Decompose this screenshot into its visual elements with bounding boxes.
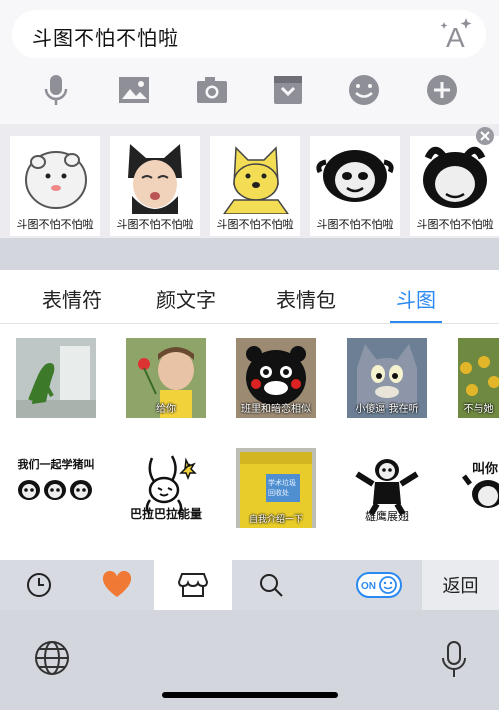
plus-icon[interactable] xyxy=(424,72,460,108)
search-icon xyxy=(260,574,283,597)
tab-kaomoji[interactable]: 颜文字 xyxy=(156,284,216,313)
sticker-caption: 斗图不怕不怕啦 xyxy=(16,218,94,231)
search-input[interactable]: 斗图不怕不怕啦 A xyxy=(12,10,486,58)
sticker-thumb[interactable]: 我们一起学猪叫 xyxy=(16,448,96,528)
font-size-icon[interactable]: A xyxy=(438,16,474,52)
microphone-icon[interactable] xyxy=(440,640,468,680)
sticker-suggestions: 斗图不怕不怕啦 斗图不怕不怕啦 斗图不怕不怕啦 斗图不怕不怕啦 斗图不怕不怕啦 xyxy=(0,124,499,238)
microphone-icon[interactable] xyxy=(38,72,74,108)
sticker-thumb[interactable]: 巴拉巴拉能量 xyxy=(126,448,206,528)
keyboard-bottom-bar: ON 返回 xyxy=(0,560,499,610)
input-text[interactable]: 斗图不怕不怕啦 xyxy=(32,22,179,51)
sticker-thumb[interactable] xyxy=(16,338,96,418)
camera-icon[interactable] xyxy=(194,72,230,108)
toggle-button[interactable]: ON xyxy=(340,560,418,610)
suggestion-sticker[interactable]: 斗图不怕不怕啦 xyxy=(110,136,200,236)
sticker-caption: 自我介绍一下 xyxy=(248,515,303,525)
pandas-row-sticker xyxy=(18,480,92,500)
suggestion-sticker[interactable]: 斗图不怕不怕啦 xyxy=(310,136,400,236)
toggle-on-icon: ON xyxy=(356,572,402,598)
sticker-thumb[interactable]: 叫你 xyxy=(458,448,499,528)
inbox-icon[interactable] xyxy=(270,72,306,108)
category-tabs: 表情符 颜文字 表情包 斗图 xyxy=(0,270,499,324)
search-button[interactable] xyxy=(232,560,310,610)
sticker-caption: 斗图不怕不怕啦 xyxy=(116,218,194,231)
globe-icon[interactable] xyxy=(32,638,72,678)
close-icon[interactable] xyxy=(475,126,495,146)
sticker-caption: 斗图不怕不怕啦 xyxy=(216,218,294,231)
svg-text:A: A xyxy=(446,22,465,52)
sticker-caption: 班里和暗恋相似 xyxy=(241,404,311,415)
toggle-label: ON xyxy=(361,581,376,592)
hamster-sticker xyxy=(25,151,87,209)
sticker-thumb[interactable]: 班里和暗恋相似 xyxy=(236,338,316,418)
back-button[interactable]: 返回 xyxy=(422,560,499,610)
toolbar xyxy=(0,64,499,116)
sticker-caption: 斗图不怕不怕啦 xyxy=(316,218,394,231)
clock-icon xyxy=(27,573,51,597)
tab-sticker-packs[interactable]: 表情包 xyxy=(276,284,336,313)
sticker-thumb[interactable]: 小傻逼 我在听 xyxy=(347,338,427,418)
image-icon[interactable] xyxy=(116,72,152,108)
sticker-caption: 小傻逼 我在听 xyxy=(355,404,419,415)
panda-cover-eyes-sticker xyxy=(423,146,487,208)
tab-doutu[interactable]: 斗图 xyxy=(396,284,436,313)
panda-partial-sticker xyxy=(462,474,499,508)
sticker-caption: 巴拉巴拉能量 xyxy=(129,507,202,521)
sticker-caption: 给你 xyxy=(156,404,176,415)
recent-button[interactable] xyxy=(0,560,78,610)
heart-icon xyxy=(102,571,132,597)
store-icon xyxy=(178,573,208,597)
sticker-caption: 不与她 xyxy=(463,404,494,415)
favorites-button[interactable] xyxy=(78,560,156,610)
cat-kid-sticker xyxy=(128,144,182,214)
frog-sticker xyxy=(16,346,96,418)
suggestion-sticker[interactable]: 斗图不怕不怕啦 xyxy=(10,136,100,236)
suggestion-sticker[interactable]: 斗图不怕不怕啦 xyxy=(410,136,499,236)
sticker-caption: 斗图不怕不怕啦 xyxy=(416,218,494,231)
panda-sticker xyxy=(316,150,394,202)
emoji-icon[interactable] xyxy=(346,72,382,108)
doge-sticker xyxy=(223,146,289,214)
bin-sign: 学术垃圾 回收处 xyxy=(268,479,296,497)
sticker-panel: 表情符 颜文字 表情包 斗图 给你 班里和暗恋相似 小傻逼 我在听 不与她 我们… xyxy=(0,270,499,560)
sticker-caption: 雄鹰展翅 xyxy=(365,510,409,523)
system-keyboard-row xyxy=(0,610,499,710)
tab-emoticons[interactable]: 表情符 xyxy=(42,284,102,313)
sticker-thumb[interactable]: 雄鹰展翅 xyxy=(347,448,427,528)
home-indicator[interactable] xyxy=(162,692,338,698)
sticker-thumb[interactable]: 学术垃圾 回收处 自我介绍一下 xyxy=(236,448,316,528)
suggestion-sticker[interactable]: 斗图不怕不怕啦 xyxy=(210,136,300,236)
input-area: 斗图不怕不怕啦 A xyxy=(0,0,499,124)
sticker-thumb[interactable]: 给你 xyxy=(126,338,206,418)
sticker-thumb[interactable]: 不与她 xyxy=(458,338,499,418)
sticker-store-button[interactable] xyxy=(154,560,232,610)
active-tab-indicator xyxy=(390,321,442,323)
